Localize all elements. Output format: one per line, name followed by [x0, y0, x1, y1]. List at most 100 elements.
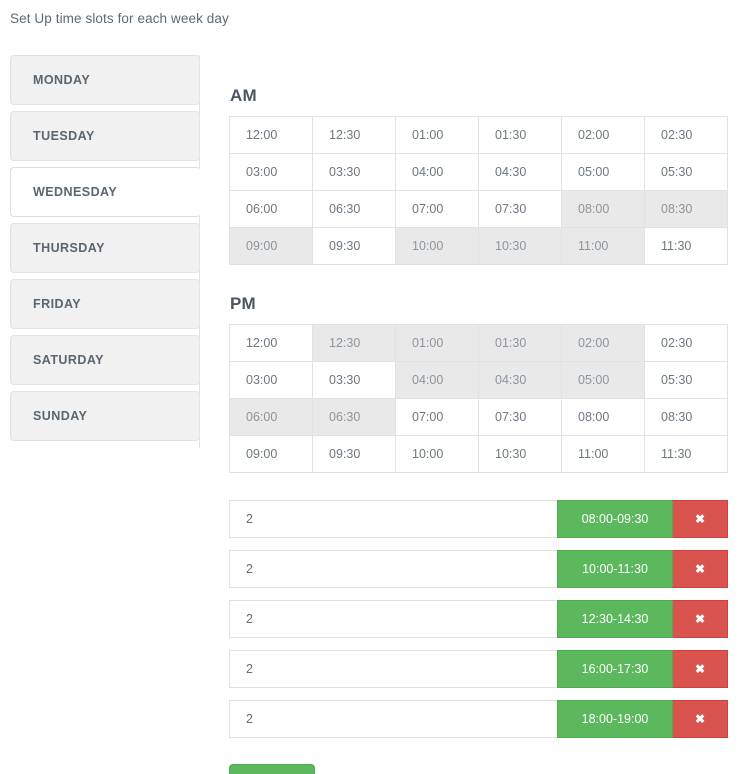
time-cell-pm-0330[interactable]: 03:30 — [312, 361, 396, 399]
time-cell-pm-0130[interactable]: 01:30 — [478, 324, 562, 362]
weekday-tab-thursday[interactable]: THURSDAY — [10, 223, 200, 273]
time-cell-am-0800[interactable]: 08:00 — [561, 190, 645, 228]
time-cell-pm-0400[interactable]: 04:00 — [395, 361, 479, 399]
slot-quantity-input[interactable] — [229, 650, 557, 688]
time-cell-pm-0500[interactable]: 05:00 — [561, 361, 645, 399]
time-cell-am-0700[interactable]: 07:00 — [395, 190, 479, 228]
time-grid-am: 12:00 12:30 01:00 01:30 02:00 02:30 03:00 03:30… — [229, 116, 728, 265]
time-grid-row: 03:00 03:30 04:00 04:30 05:00 05:30 — [229, 153, 728, 191]
time-cell-pm-0900[interactable]: 09:00 — [229, 435, 313, 473]
slot-range-label[interactable]: 08:00-09:30 — [557, 500, 673, 538]
slot-quantity-input[interactable] — [229, 600, 557, 638]
time-cell-pm-0600[interactable]: 06:00 — [229, 398, 313, 436]
weekday-tab-saturday[interactable]: SATURDAY — [10, 335, 200, 385]
time-grid-row: 12:00 12:30 01:00 01:30 02:00 02:30 — [229, 324, 728, 362]
time-cell-pm-1130[interactable]: 11:30 — [644, 435, 728, 473]
time-cell-am-1000[interactable]: 10:00 — [395, 227, 479, 265]
time-cell-pm-0730[interactable]: 07:30 — [478, 398, 562, 436]
time-cell-pm-1230[interactable]: 12:30 — [312, 324, 396, 362]
time-cell-pm-0830[interactable]: 08:30 — [644, 398, 728, 436]
time-cell-am-0930[interactable]: 09:30 — [312, 227, 396, 265]
remove-icon[interactable]: ✖ — [673, 550, 728, 588]
saved-slot-row: 18:00-19:00✖ — [229, 700, 728, 738]
time-cell-pm-0930[interactable]: 09:30 — [312, 435, 396, 473]
time-cell-am-1230[interactable]: 12:30 — [312, 116, 396, 154]
saved-slot-row: 10:00-11:30✖ — [229, 550, 728, 588]
period-sections: AM 12:00 12:30 01:00 01:30 02:00 02:30 03:00 03:… — [229, 86, 728, 473]
time-cell-am-0500[interactable]: 05:00 — [561, 153, 645, 191]
time-cell-pm-1100[interactable]: 11:00 — [561, 435, 645, 473]
time-cell-am-0600[interactable]: 06:00 — [229, 190, 313, 228]
weekday-tab-label: SATURDAY — [33, 353, 104, 367]
time-cell-am-0330[interactable]: 03:30 — [312, 153, 396, 191]
weekday-tab-label: SUNDAY — [33, 409, 88, 423]
time-grid-row: 06:00 06:30 07:00 07:30 08:00 08:30 — [229, 398, 728, 436]
time-cell-pm-0530[interactable]: 05:30 — [644, 361, 728, 399]
time-cell-am-1130[interactable]: 11:30 — [644, 227, 728, 265]
time-cell-am-1030[interactable]: 10:30 — [478, 227, 562, 265]
time-grid-row: 06:00 06:30 07:00 07:30 08:00 08:30 — [229, 190, 728, 228]
time-cell-am-1200[interactable]: 12:00 — [229, 116, 313, 154]
day-schedule-pane: AM 12:00 12:30 01:00 01:30 02:00 02:30 03:00 03:… — [229, 55, 728, 774]
time-cell-am-0200[interactable]: 02:00 — [561, 116, 645, 154]
time-cell-am-0100[interactable]: 01:00 — [395, 116, 479, 154]
slot-quantity-input[interactable] — [229, 550, 557, 588]
time-cell-pm-1030[interactable]: 10:30 — [478, 435, 562, 473]
saved-slot-row: 08:00-09:30✖ — [229, 500, 728, 538]
slot-range-label[interactable]: 10:00-11:30 — [557, 550, 673, 588]
time-slot-setup-page: Set Up time slots for each week day MOND… — [0, 0, 739, 774]
time-grid-row: 03:00 03:30 04:00 04:30 05:00 05:30 — [229, 361, 728, 399]
weekday-tab-label: THURSDAY — [33, 241, 105, 255]
time-cell-am-0630[interactable]: 06:30 — [312, 190, 396, 228]
time-cell-am-0730[interactable]: 07:30 — [478, 190, 562, 228]
time-cell-am-0230[interactable]: 02:30 — [644, 116, 728, 154]
time-cell-pm-1200[interactable]: 12:00 — [229, 324, 313, 362]
saved-slot-row: 16:00-17:30✖ — [229, 650, 728, 688]
saved-slot-list: 08:00-09:30✖10:00-11:30✖12:30-14:30✖16:0… — [229, 500, 728, 738]
weekday-tab-monday[interactable]: MONDAY — [10, 55, 200, 105]
remove-icon[interactable]: ✖ — [673, 650, 728, 688]
time-cell-am-0900[interactable]: 09:00 — [229, 227, 313, 265]
slot-range-label[interactable]: 12:30-14:30 — [557, 600, 673, 638]
time-grid-row: 12:00 12:30 01:00 01:30 02:00 02:30 — [229, 116, 728, 154]
remove-icon[interactable]: ✖ — [673, 700, 728, 738]
time-cell-pm-0100[interactable]: 01:00 — [395, 324, 479, 362]
tab-content-divider — [199, 55, 200, 448]
time-cell-am-1100[interactable]: 11:00 — [561, 227, 645, 265]
time-grid-row: 09:00 09:30 10:00 10:30 11:00 11:30 — [229, 227, 728, 265]
weekday-tab-label: FRIDAY — [33, 297, 82, 311]
period-heading-pm: PM — [230, 294, 256, 313]
time-cell-am-0130[interactable]: 01:30 — [478, 116, 562, 154]
time-cell-am-0530[interactable]: 05:30 — [644, 153, 728, 191]
time-cell-pm-0200[interactable]: 02:00 — [561, 324, 645, 362]
period-heading-am: AM — [230, 86, 257, 105]
slot-quantity-input[interactable] — [229, 500, 557, 538]
time-cell-pm-0700[interactable]: 07:00 — [395, 398, 479, 436]
slot-range-label[interactable]: 16:00-17:30 — [557, 650, 673, 688]
weekday-tab-list: MONDAY TUESDAY WEDNESDAY THURSDAY FRIDAY SATU… — [10, 55, 201, 447]
time-cell-pm-0800[interactable]: 08:00 — [561, 398, 645, 436]
time-grid-row: 09:00 09:30 10:00 10:30 11:00 11:30 — [229, 435, 728, 473]
slot-range-label[interactable]: 18:00-19:00 — [557, 700, 673, 738]
time-cell-pm-0430[interactable]: 04:30 — [478, 361, 562, 399]
weekday-tab-label: TUESDAY — [33, 129, 95, 143]
submit-button[interactable]: Submit — [229, 764, 315, 774]
time-grid-pm: 12:00 12:30 01:00 01:30 02:00 02:30 03:00 03:30… — [229, 324, 728, 473]
time-cell-pm-1000[interactable]: 10:00 — [395, 435, 479, 473]
time-cell-am-0430[interactable]: 04:30 — [478, 153, 562, 191]
weekday-tab-friday[interactable]: FRIDAY — [10, 279, 200, 329]
weekday-tab-tuesday[interactable]: TUESDAY — [10, 111, 200, 161]
weekday-tab-sunday[interactable]: SUNDAY — [10, 391, 200, 441]
page-title: Set Up time slots for each week day — [10, 11, 229, 26]
time-cell-am-0400[interactable]: 04:00 — [395, 153, 479, 191]
remove-icon[interactable]: ✖ — [673, 600, 728, 638]
time-cell-pm-0230[interactable]: 02:30 — [644, 324, 728, 362]
time-cell-am-0830[interactable]: 08:30 — [644, 190, 728, 228]
time-cell-am-0300[interactable]: 03:00 — [229, 153, 313, 191]
remove-icon[interactable]: ✖ — [673, 500, 728, 538]
weekday-tab-label: WEDNESDAY — [33, 185, 118, 199]
time-cell-pm-0630[interactable]: 06:30 — [312, 398, 396, 436]
time-cell-pm-0300[interactable]: 03:00 — [229, 361, 313, 399]
slot-quantity-input[interactable] — [229, 700, 557, 738]
weekday-tab-wednesday[interactable]: WEDNESDAY — [10, 167, 201, 217]
